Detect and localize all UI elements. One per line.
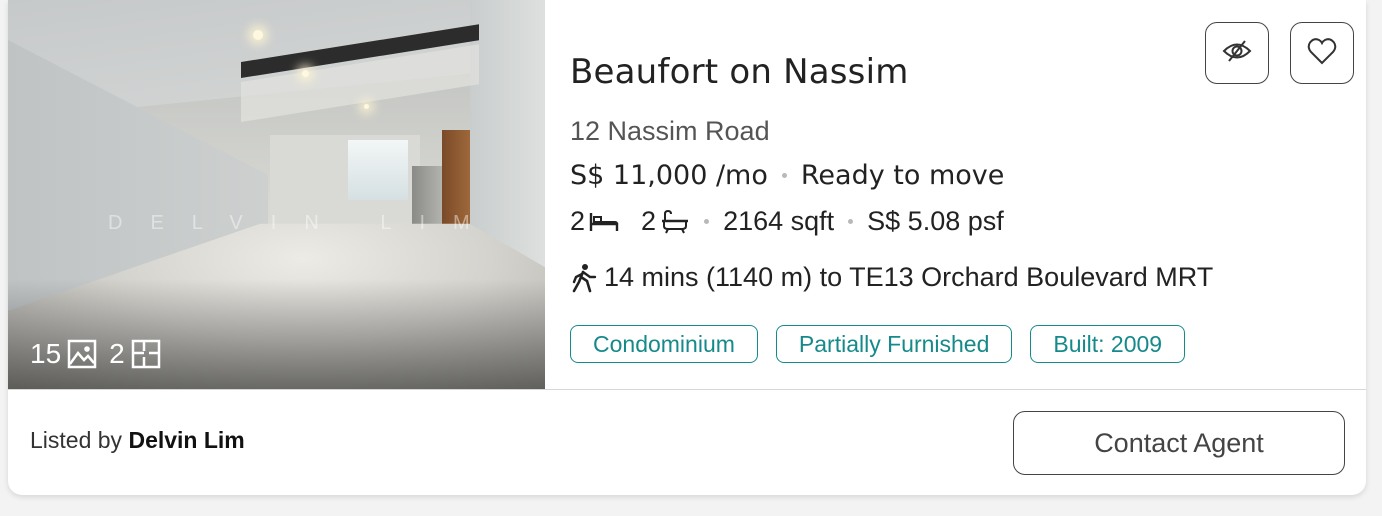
listed-by: Listed by Delvin Lim xyxy=(30,427,245,454)
favorite-button[interactable] xyxy=(1290,22,1354,84)
photo-shade xyxy=(8,279,545,389)
mrt-row: 14 mins (1140 m) to TE13 Orchard Bouleva… xyxy=(570,262,1213,293)
photo-ceiling-light xyxy=(302,70,309,77)
bathroom-count: 2 xyxy=(641,206,657,236)
photo-window xyxy=(348,140,408,200)
listing-title[interactable]: Beaufort on Nassim xyxy=(570,52,909,92)
image-icon xyxy=(67,339,97,369)
photo-ceiling-light xyxy=(364,104,369,109)
listing-tags: Condominium Partially Furnished Built: 2… xyxy=(570,325,1203,363)
card-divider xyxy=(8,389,1366,390)
bathtub-icon xyxy=(656,209,690,234)
agent-name[interactable]: Delvin Lim xyxy=(128,427,244,453)
price-row: S$ 11,000 /mo Ready to move xyxy=(570,160,1004,191)
floorplan-icon xyxy=(131,339,161,369)
mrt-distance: 14 mins (1140 m) to TE13 Orchard Bouleva… xyxy=(604,262,1214,292)
photo-ceiling-light xyxy=(253,30,263,40)
listing-price: S$ 11,000 /mo xyxy=(570,160,768,191)
price-per-sqft: S$ 5.08 psf xyxy=(867,206,1004,236)
media-counts[interactable]: 15 2 xyxy=(30,336,161,372)
bedroom-count: 2 xyxy=(570,206,586,236)
photo-count: 15 xyxy=(30,338,62,369)
hide-listing-button[interactable] xyxy=(1205,22,1269,84)
availability: Ready to move xyxy=(800,160,1005,191)
walking-icon xyxy=(570,263,604,293)
listing-info: Beaufort on Nassim 12 Nassim Road S$ 11,… xyxy=(570,0,1366,389)
separator-dot xyxy=(781,173,787,178)
listing-card[interactable]: DELVIN LIM 15 2 Beaufort on Nassim 12 Na… xyxy=(8,0,1366,495)
listing-address: 12 Nassim Road xyxy=(570,116,770,146)
separator-dot xyxy=(848,219,854,224)
tag-property-type: Condominium xyxy=(570,325,758,363)
listing-photo[interactable]: DELVIN LIM 15 2 xyxy=(8,0,545,389)
separator-dot xyxy=(704,219,710,224)
photo-watermark: DELVIN LIM xyxy=(108,212,498,234)
floor-area: 2164 sqft xyxy=(723,206,835,236)
heart-icon xyxy=(1307,37,1337,70)
eye-off-icon xyxy=(1222,39,1252,67)
contact-agent-button[interactable]: Contact Agent xyxy=(1013,411,1345,475)
listed-by-label: Listed by xyxy=(30,427,129,453)
tag-built-year: Built: 2009 xyxy=(1030,325,1186,363)
specs-row: 2 2 2164 sqft S$ 5.08 psf xyxy=(570,206,1004,237)
bed-icon xyxy=(585,211,619,233)
tag-furnishing: Partially Furnished xyxy=(775,325,1013,363)
floorplan-count: 2 xyxy=(109,338,125,369)
